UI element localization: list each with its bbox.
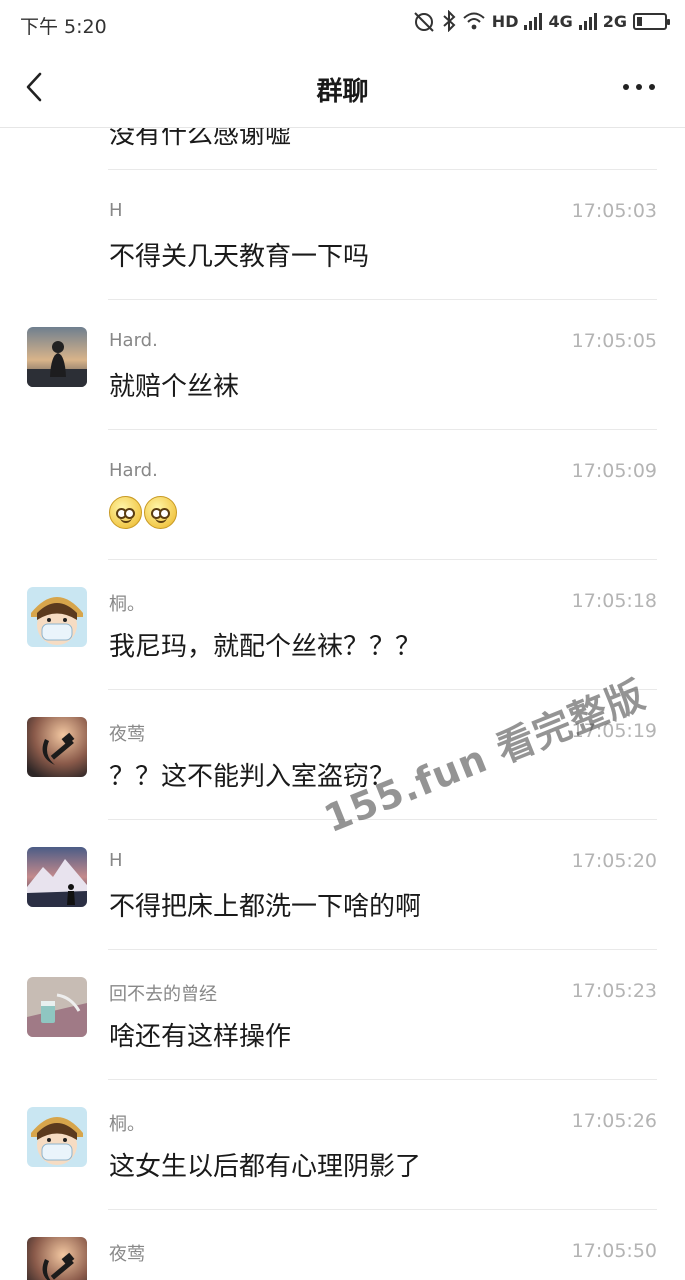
- page-title: 群聊: [316, 77, 369, 107]
- message-item[interactable]: 桐。 17:05:26 这女生以后都有心理阴影了: [0, 1080, 685, 1210]
- message-item[interactable]: H 17:05:03 不得关几天教育一下吗: [0, 170, 685, 300]
- message-item[interactable]: 夜莺 17:05:50: [0, 1210, 685, 1280]
- sender-name[interactable]: H: [109, 850, 123, 871]
- avatar[interactable]: [27, 847, 87, 907]
- message-time: 17:05:26: [571, 1110, 657, 1132]
- avatar[interactable]: [27, 1107, 87, 1167]
- battery-icon: [633, 12, 670, 30]
- status-icons: HD 4G 2G: [412, 10, 670, 32]
- hammer-sickle-avatar-icon: [27, 717, 87, 777]
- more-options-icon[interactable]: [623, 84, 655, 90]
- message-item[interactable]: Hard. 17:05:09: [0, 430, 685, 560]
- grin-emoji-icon: [144, 496, 177, 529]
- anime-girl-mask-avatar-icon: [27, 1107, 87, 1167]
- sunset-person-avatar-icon: [27, 327, 87, 387]
- mountain-person-avatar-icon: [27, 847, 87, 907]
- message-time: 17:05:20: [571, 850, 657, 872]
- anime-girl-mask-avatar-icon: [27, 587, 87, 647]
- sender-name[interactable]: 回不去的曾经: [109, 980, 217, 1006]
- status-time: 下午 5:20: [20, 16, 107, 38]
- sender-name[interactable]: 夜莺: [109, 720, 145, 746]
- avatar[interactable]: [27, 587, 87, 647]
- sender-name[interactable]: Hard.: [109, 460, 158, 481]
- sender-name[interactable]: 夜莺: [109, 1240, 145, 1266]
- avatar[interactable]: [27, 977, 87, 1037]
- message-time: 17:05:23: [571, 980, 657, 1002]
- message-text: 这女生以后都有心理阴影了: [109, 1152, 422, 1182]
- hd-label: HD: [491, 11, 519, 31]
- message-time: 17:05:05: [571, 330, 657, 352]
- message-time: 17:05:18: [571, 590, 657, 612]
- message-text: 就赔个丝袜: [109, 372, 240, 402]
- message-time: 17:05:09: [571, 460, 657, 482]
- message-item[interactable]: 回不去的曾经 17:05:23 啥还有这样操作: [0, 950, 685, 1080]
- wifi-icon: [463, 12, 485, 30]
- sender-name[interactable]: 桐。: [109, 590, 145, 616]
- avatar[interactable]: [27, 327, 87, 387]
- message-text: 不得把床上都洗一下啥的啊: [109, 892, 422, 922]
- sender-name[interactable]: H: [109, 200, 123, 221]
- message-time: 17:05:50: [571, 1240, 657, 1262]
- message-item-partial: 没有什么感谢嘘: [0, 128, 685, 170]
- message-text: 我尼玛，就配个丝袜？？？: [109, 632, 422, 662]
- message-emoji-row: [109, 496, 179, 536]
- avatar[interactable]: [27, 717, 87, 777]
- avatar[interactable]: [27, 1237, 87, 1280]
- alarm-off-icon: [414, 12, 434, 32]
- message-text: 没有什么感谢嘘: [109, 128, 292, 150]
- network-2g-label: 2G: [602, 11, 627, 31]
- grin-emoji-icon: [109, 496, 142, 529]
- message-text: 不得关几天教育一下吗: [109, 242, 370, 272]
- message-item[interactable]: 桐。 17:05:18 我尼玛，就配个丝袜？？？: [0, 560, 685, 690]
- bluetooth-icon: [443, 10, 456, 32]
- sender-name[interactable]: 桐。: [109, 1110, 145, 1136]
- status-bar: 下午 5:20 HD 4G 2G: [0, 0, 685, 46]
- message-item[interactable]: Hard. 17:05:05 就赔个丝袜: [0, 300, 685, 430]
- network-4g-label: 4G: [548, 11, 573, 31]
- sender-name[interactable]: Hard.: [109, 330, 158, 351]
- battery-fill: [637, 16, 643, 26]
- message-text: 啥还有这样操作: [109, 1022, 292, 1052]
- nav-bar: 群聊: [0, 46, 685, 128]
- hammer-sickle-avatar-icon: [27, 1237, 87, 1280]
- signal-icon: [578, 12, 597, 30]
- signal-icon: [524, 12, 543, 30]
- cup-avatar-icon: [27, 977, 87, 1037]
- message-time: 17:05:03: [571, 200, 657, 222]
